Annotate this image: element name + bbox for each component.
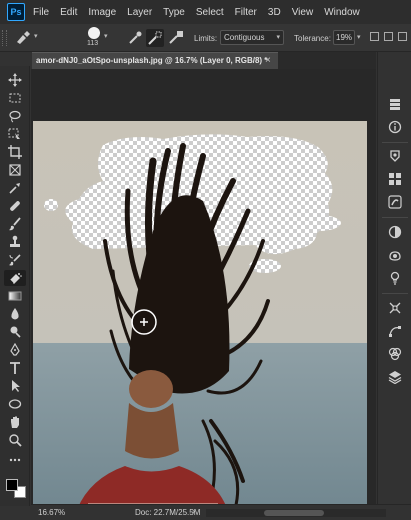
menu-type[interactable]: Type — [163, 7, 185, 18]
info-icon[interactable] — [387, 119, 403, 135]
contiguous-checkbox[interactable] — [384, 32, 393, 41]
type-icon[interactable] — [4, 360, 26, 376]
brush-size-dropdown[interactable]: ▾ — [104, 32, 108, 40]
menu-3d[interactable]: 3D — [268, 7, 281, 18]
brush-size-label: 113 — [87, 40, 99, 47]
channels-icon[interactable] — [387, 346, 403, 362]
face — [129, 370, 173, 408]
zoom-icon[interactable] — [4, 432, 26, 448]
horizontal-scrollbar-thumb[interactable] — [264, 510, 324, 516]
eraser-icon[interactable] — [4, 270, 26, 286]
more-tools-icon[interactable] — [4, 452, 26, 468]
panel-separator — [382, 293, 408, 294]
tolerance-dropdown[interactable]: ▾ — [357, 33, 361, 41]
history-icon[interactable] — [387, 96, 403, 112]
menu-bar: Ps File Edit Image Layer Type Select Fil… — [0, 0, 411, 24]
brush-icon[interactable] — [4, 216, 26, 232]
blur-icon[interactable] — [4, 306, 26, 322]
hand-icon[interactable] — [4, 414, 26, 430]
swatches-icon[interactable] — [387, 171, 403, 187]
document-tab-bar: amor-dNJ0_aOtSpo-unsplash.jpg @ 16.7% (L… — [32, 52, 376, 69]
gradient-icon[interactable] — [4, 288, 26, 304]
limits-select[interactable]: Contiguous ▾ — [220, 30, 284, 45]
brushes-icon[interactable] — [387, 194, 403, 210]
tool-preset-dropdown[interactable]: ▾ — [34, 32, 38, 40]
adjustments-icon[interactable] — [387, 224, 403, 240]
photo-layer[interactable] — [33, 121, 367, 520]
crop-icon[interactable] — [4, 144, 26, 160]
menu-file[interactable]: File — [33, 7, 49, 18]
all-layers-checkbox[interactable] — [398, 32, 407, 41]
history-brush-icon[interactable] — [4, 252, 26, 268]
pen-icon[interactable] — [4, 342, 26, 358]
menu-edit[interactable]: Edit — [60, 7, 77, 18]
panel-separator — [382, 217, 408, 218]
dodge-icon[interactable] — [4, 324, 26, 340]
frame-icon[interactable] — [4, 162, 26, 178]
document-canvas[interactable] — [31, 69, 406, 520]
zoom-level[interactable]: 16.67% — [38, 508, 65, 517]
tools-panel — [0, 66, 30, 506]
panel-dock — [377, 52, 411, 512]
menu-layer[interactable]: Layer — [127, 7, 152, 18]
panel-separator — [382, 142, 408, 143]
move-icon[interactable] — [4, 72, 26, 88]
tolerance-input[interactable]: 19% — [333, 30, 355, 45]
anti-alias-checkbox[interactable] — [370, 32, 379, 41]
ellipse-icon[interactable] — [4, 396, 26, 412]
document-tab-title: amor-dNJ0_aOtSpo-unsplash.jpg @ 16.7% (L… — [36, 56, 268, 65]
menu-filter[interactable]: Filter — [235, 7, 257, 18]
tolerance-label: Tolerance: — [294, 34, 331, 43]
options-bar: ▾ 113 ▾ Limits: Contiguous ▾ Tolerance: … — [0, 24, 411, 52]
status-bar: 16.67% Doc: 22.7M/25.5M › — [31, 504, 411, 520]
healing-icon[interactable] — [4, 198, 26, 214]
menu-view[interactable]: View — [292, 7, 314, 18]
eyedropper-icon[interactable] — [4, 180, 26, 196]
limits-label: Limits: — [194, 34, 218, 43]
path-select-icon[interactable] — [4, 378, 26, 394]
tool-preset-icon[interactable] — [14, 30, 32, 51]
sampling-once-icon[interactable] — [146, 29, 164, 47]
sampling-continuous-icon[interactable] — [128, 30, 144, 51]
foreground-color-swatch[interactable] — [6, 479, 18, 491]
layers-icon[interactable] — [387, 369, 403, 385]
status-info-arrow-icon[interactable]: › — [192, 506, 195, 516]
brush-tip-preview[interactable] — [88, 27, 100, 39]
paths-icon[interactable] — [387, 323, 403, 339]
document-tab[interactable]: amor-dNJ0_aOtSpo-unsplash.jpg @ 16.7% (L… — [32, 52, 278, 69]
menu-window[interactable]: Window — [324, 7, 360, 18]
photoshop-logo: Ps — [7, 3, 25, 21]
document-size-info: Doc: 22.7M/25.5M — [135, 508, 201, 517]
chevron-down-icon: ▾ — [276, 34, 280, 41]
close-icon[interactable]: × — [265, 55, 271, 66]
menu-image[interactable]: Image — [88, 7, 116, 18]
marquee-icon[interactable] — [4, 90, 26, 106]
options-grip — [2, 30, 7, 46]
sampling-background-icon[interactable] — [168, 30, 184, 51]
color-icon[interactable] — [387, 148, 403, 164]
horizontal-scrollbar[interactable] — [206, 509, 386, 517]
properties-icon[interactable] — [387, 300, 403, 316]
object-select-icon[interactable] — [4, 126, 26, 142]
clone-stamp-icon[interactable] — [4, 234, 26, 250]
lasso-icon[interactable] — [4, 108, 26, 124]
libraries-icon[interactable] — [387, 247, 403, 263]
menu-select[interactable]: Select — [196, 7, 224, 18]
patterns-icon[interactable] — [387, 270, 403, 286]
limits-value: Contiguous — [224, 33, 265, 42]
